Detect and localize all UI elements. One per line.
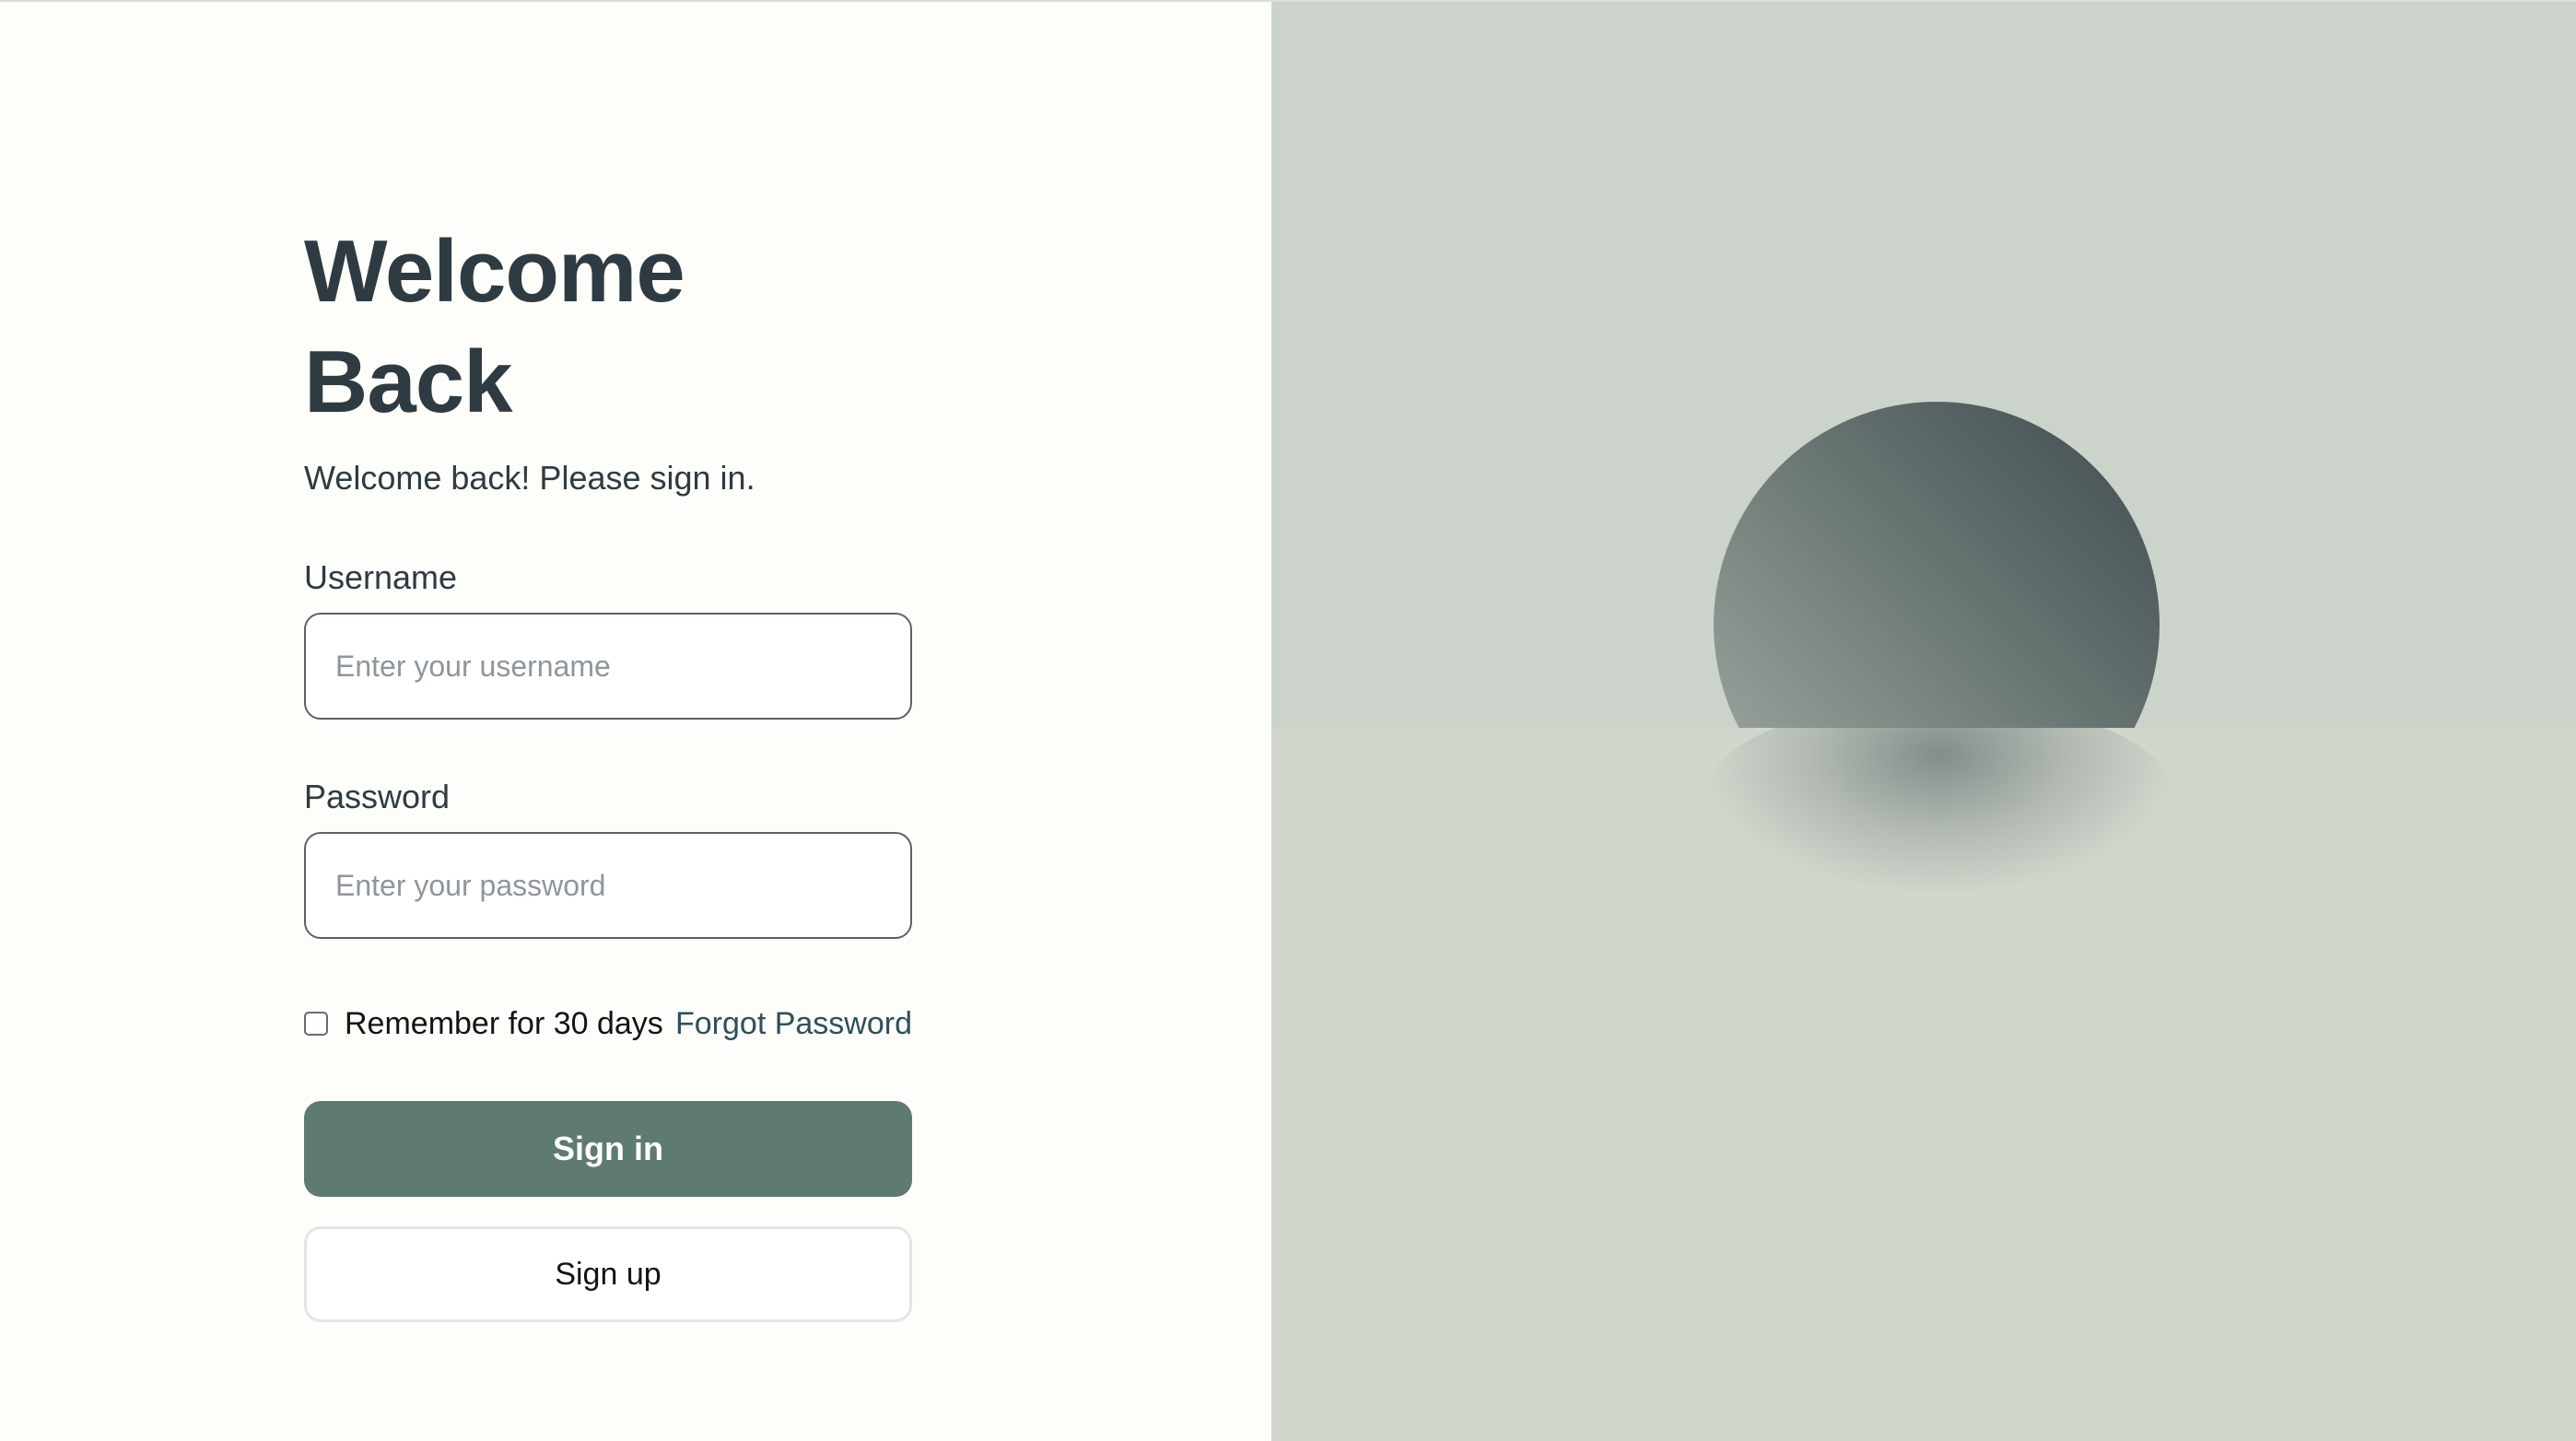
username-input[interactable] <box>304 613 912 720</box>
username-label: Username <box>304 558 458 596</box>
sign-up-button[interactable]: Sign up <box>304 1226 912 1322</box>
page-subtitle: Welcome back! Please sign in. <box>304 459 755 497</box>
form-options-row: Remember for 30 days Forgot Password <box>304 1003 912 1044</box>
sign-in-button[interactable]: Sign in <box>304 1101 912 1197</box>
sphere-illustration-icon <box>1714 402 2160 728</box>
password-label: Password <box>304 778 451 815</box>
password-input[interactable] <box>304 832 912 939</box>
sphere-shadow <box>1704 700 2174 894</box>
remember-checkbox[interactable] <box>304 1012 328 1036</box>
remember-label: Remember for 30 days <box>345 1005 663 1041</box>
login-page: Welcome Back Welcome back! Please sign i… <box>0 0 2576 1441</box>
remember-me: Remember for 30 days <box>304 1006 663 1042</box>
forgot-password-link[interactable]: Forgot Password <box>675 1006 912 1042</box>
illustration-panel <box>1271 0 2576 1441</box>
login-form: Welcome Back Welcome back! Please sign i… <box>304 217 912 1322</box>
sphere-clip <box>1271 0 2576 728</box>
page-title: Welcome Back <box>304 222 685 431</box>
login-panel: Welcome Back Welcome back! Please sign i… <box>0 0 1271 1441</box>
top-divider <box>0 0 2576 2</box>
